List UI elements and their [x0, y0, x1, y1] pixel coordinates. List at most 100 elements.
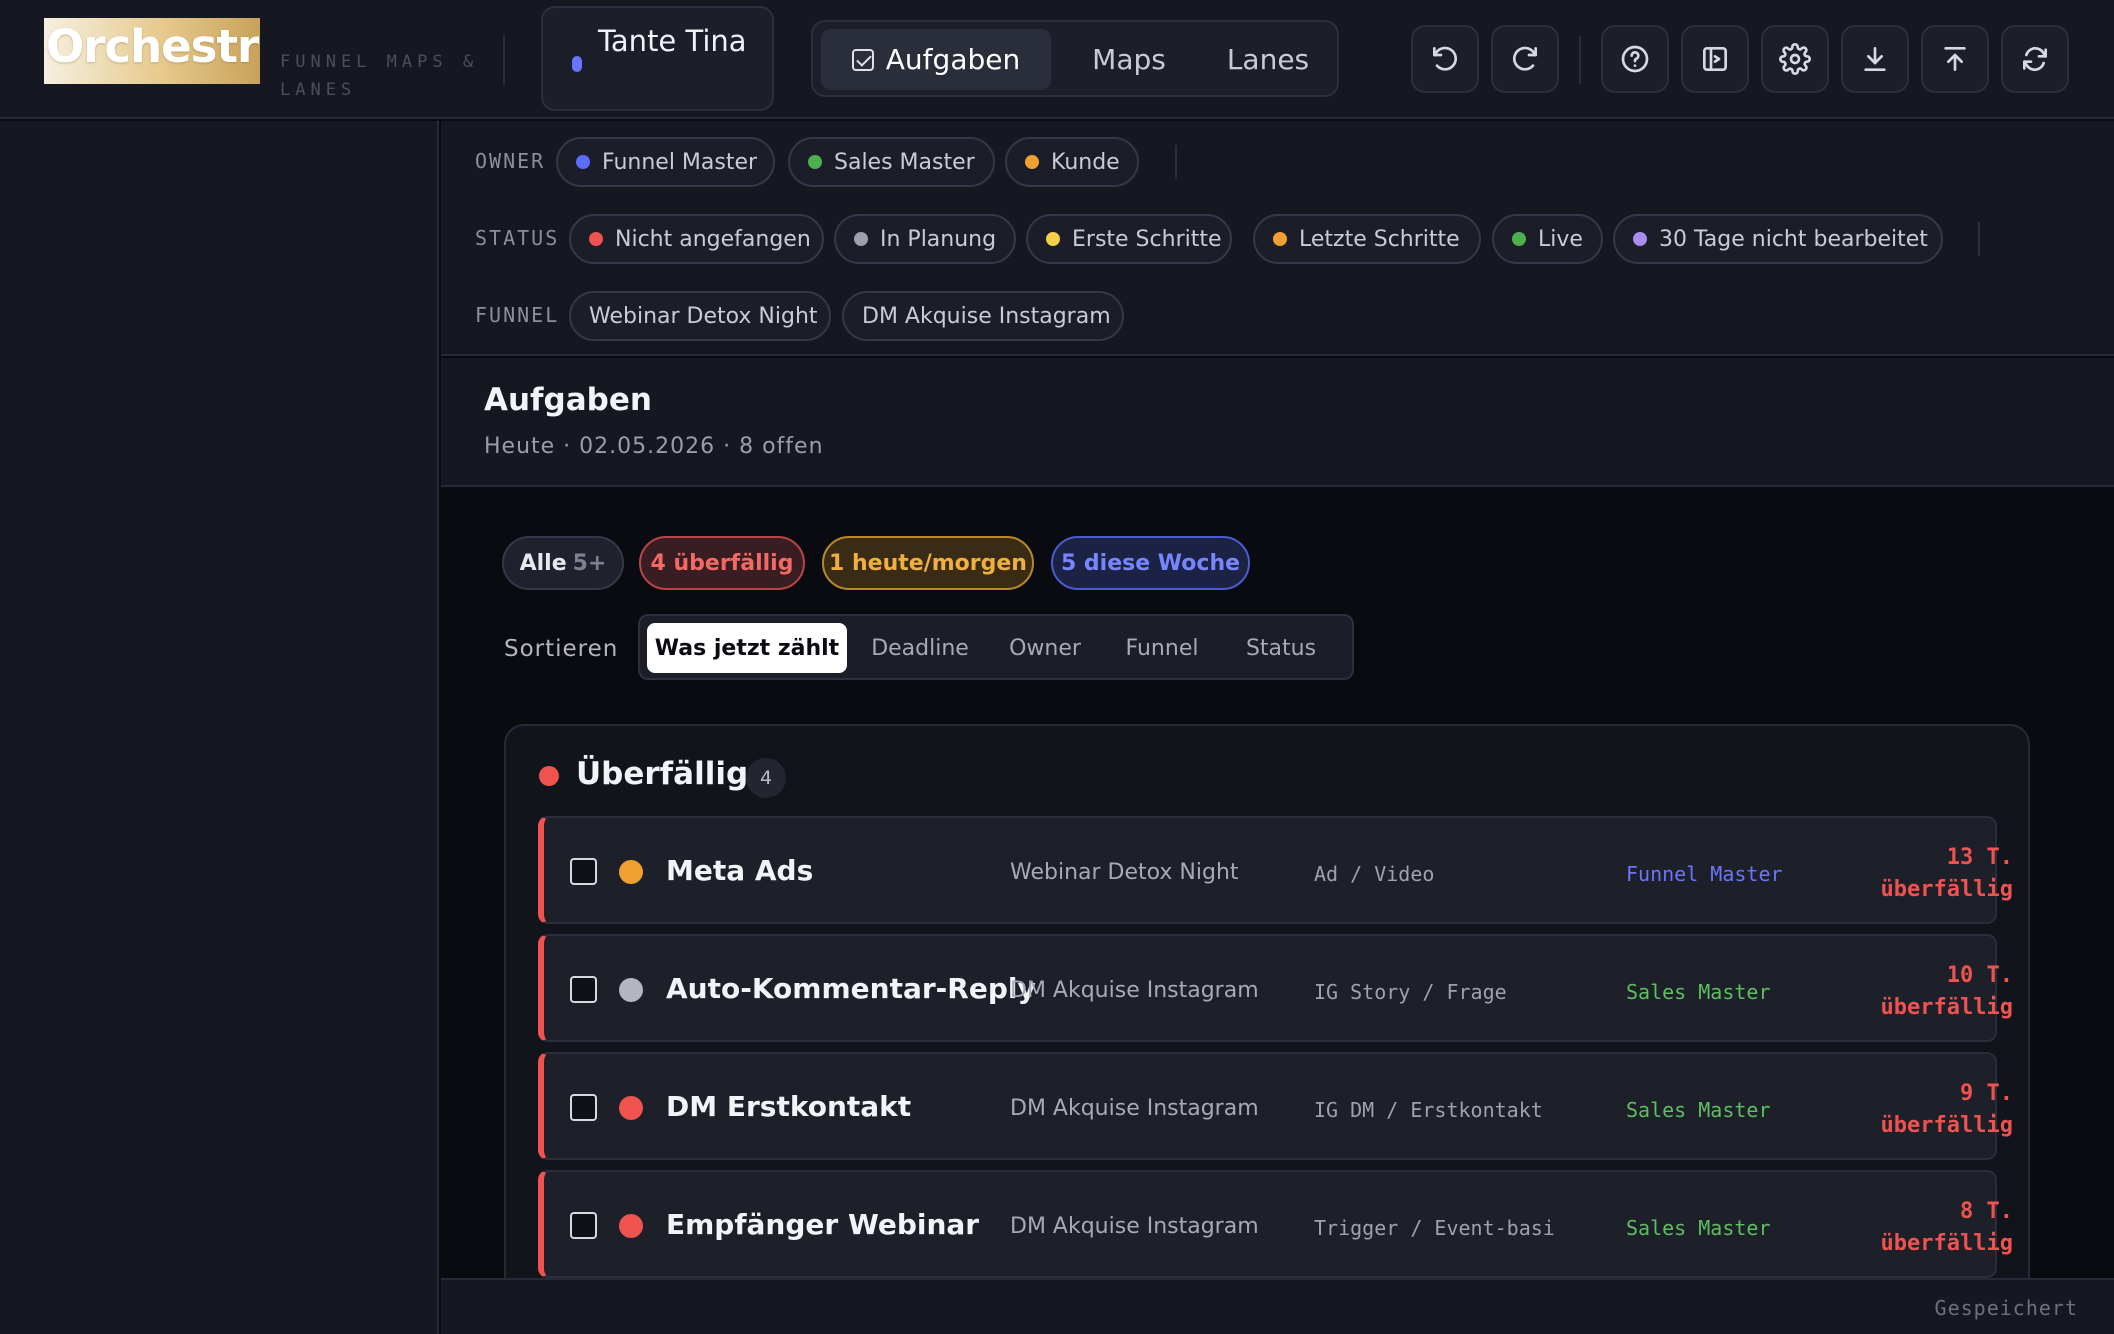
quick-filter-overdue[interactable]: 4 überfällig	[639, 536, 805, 590]
sort-owner[interactable]: Owner	[989, 623, 1101, 673]
chip-in-planung[interactable]: In Planung	[834, 214, 1016, 264]
task-title: Auto-Kommentar-Reply	[666, 972, 1036, 1005]
chip-label: Erste Schritte	[1072, 226, 1222, 252]
upload-button[interactable]	[1921, 25, 1989, 93]
sort-label: Sortieren	[504, 636, 619, 662]
task-row[interactable]: DM Erstkontakt DM Akquise Instagram IG D…	[538, 1052, 2013, 1160]
chip-30-tage[interactable]: 30 Tage nicht bearbeitet	[1613, 214, 1943, 264]
upload-icon	[1944, 47, 1966, 71]
chip-label: Live	[1538, 226, 1583, 252]
chip-label: Nicht angefangen	[615, 226, 811, 252]
task-status-dot	[619, 1096, 643, 1120]
redo-icon	[1512, 46, 1537, 71]
chip-webinar-detox-night[interactable]: Webinar Detox Night	[569, 291, 831, 341]
task-owner: Sales Master	[1626, 1216, 1771, 1240]
settings-button[interactable]	[1761, 25, 1829, 93]
workspace-name: Tante Tina	[598, 24, 747, 58]
overdue-group: Überfällig 4 Meta Ads Webinar Detox Nigh…	[504, 724, 2030, 1334]
chip-nicht-angefangen[interactable]: Nicht angefangen	[569, 214, 824, 264]
task-due-days: 9 T.	[1960, 1081, 2013, 1106]
status-bar: Gespeichert	[441, 1278, 2114, 1334]
download-button[interactable]	[1841, 25, 1909, 93]
panel-toggle-button[interactable]	[1681, 25, 1749, 93]
task-funnel: DM Akquise Instagram	[1010, 1214, 1259, 1239]
task-title: Empfänger Webinar	[666, 1208, 980, 1241]
task-row[interactable]: Auto-Kommentar-Reply DM Akquise Instagra…	[538, 934, 2013, 1042]
left-panel	[0, 121, 439, 1334]
quick-filter-today[interactable]: 1 heute/morgen	[822, 536, 1034, 590]
task-owner: Sales Master	[1626, 1098, 1771, 1122]
sort-option-label: Was jetzt zählt	[654, 635, 840, 661]
chip-label: Letzte Schritte	[1299, 226, 1460, 252]
task-type: Ad / Video	[1314, 862, 1435, 886]
download-icon	[1864, 47, 1886, 71]
app-logo[interactable]: Orchestra	[44, 18, 260, 84]
tasks-header: Aufgaben Heute · 02.05.2026 · 8 offen	[441, 358, 2114, 487]
sort-status[interactable]: Status	[1222, 623, 1340, 673]
chip-erste-schritte[interactable]: Erste Schritte	[1026, 214, 1232, 264]
sort-deadline[interactable]: Deadline	[855, 623, 985, 673]
sort-was-jetzt-zaehlt[interactable]: Was jetzt zählt	[647, 623, 847, 673]
status-filter-label: STATUS	[475, 226, 560, 250]
task-status-dot	[619, 1214, 643, 1238]
task-checkbox[interactable]	[570, 1094, 597, 1121]
task-type: IG Story / Frage	[1314, 980, 1507, 1004]
status-dot	[1273, 232, 1287, 246]
task-status-dot	[619, 860, 643, 884]
task-due: 9 T. überfällig	[1833, 1078, 2013, 1142]
status-dot	[589, 232, 603, 246]
chip-label: Sales Master	[834, 149, 975, 175]
quick-filter-label: 1 heute/morgen	[829, 550, 1027, 576]
chip-sales-master[interactable]: Sales Master	[788, 137, 995, 187]
chip-funnel-master[interactable]: Funnel Master	[556, 137, 775, 187]
funnel-filter-row: FUNNEL Webinar Detox Night DM Akquise In…	[441, 291, 2114, 341]
task-owner: Sales Master	[1626, 980, 1771, 1004]
redo-button[interactable]	[1491, 25, 1559, 93]
status-dot	[1046, 232, 1060, 246]
quick-filter-week[interactable]: 5 diese Woche	[1051, 536, 1250, 590]
task-checkbox[interactable]	[570, 858, 597, 885]
task-due-days: 13 T.	[1946, 845, 2013, 870]
task-row[interactable]: Meta Ads Webinar Detox Night Ad / Video …	[538, 816, 2013, 924]
undo-button[interactable]	[1411, 25, 1479, 93]
tab-label: Aufgaben	[885, 43, 1021, 76]
divider	[503, 36, 505, 84]
chip-label: 30 Tage nicht bearbeitet	[1659, 226, 1928, 252]
group-status-dot	[539, 766, 559, 786]
chip-letzte-schritte[interactable]: Letzte Schritte	[1253, 214, 1481, 264]
task-due-label: überfällig	[1880, 877, 2013, 902]
save-status: Gespeichert	[1934, 1296, 2078, 1320]
sort-option-label: Deadline	[871, 635, 969, 661]
quick-filter-label: 5 diese Woche	[1060, 550, 1241, 576]
owner-dot	[1025, 155, 1039, 169]
tab-label: Maps	[1092, 43, 1166, 76]
tab-lanes[interactable]: Lanes	[1199, 29, 1337, 90]
divider	[1579, 36, 1581, 84]
task-checkbox[interactable]	[570, 1212, 597, 1239]
sort-option-label: Owner	[1009, 635, 1081, 661]
task-row[interactable]: Empfänger Webinar DM Akquise Instagram T…	[538, 1170, 2013, 1278]
owner-filter-label: OWNER	[475, 149, 546, 173]
chip-live[interactable]: Live	[1492, 214, 1603, 264]
tab-maps[interactable]: Maps	[1059, 29, 1199, 90]
workspace-selector[interactable]: Tante Tina	[541, 6, 774, 111]
quick-filter-all[interactable]: Alle 5+	[502, 536, 624, 590]
chip-label: Webinar Detox Night	[589, 303, 818, 329]
logo-text: Orchestra	[46, 20, 260, 73]
chip-kunde[interactable]: Kunde	[1005, 137, 1139, 187]
chip-dm-akquise-instagram[interactable]: DM Akquise Instagram	[842, 291, 1124, 341]
sort-option-label: Status	[1245, 635, 1317, 661]
tab-aufgaben[interactable]: Aufgaben	[821, 29, 1051, 90]
tab-label: Lanes	[1226, 43, 1310, 76]
sort-funnel[interactable]: Funnel	[1106, 623, 1218, 673]
chip-label: In Planung	[880, 226, 997, 252]
filter-panel: OWNER Funnel Master Sales Master Kunde S…	[441, 121, 2114, 356]
task-due-label: überfällig	[1880, 995, 2013, 1020]
refresh-button[interactable]	[2001, 25, 2069, 93]
task-due: 8 T. überfällig	[1833, 1196, 2013, 1260]
app-tagline: FUNNEL MAPS & LANES	[280, 52, 479, 100]
task-funnel: DM Akquise Instagram	[1010, 978, 1259, 1003]
task-checkbox[interactable]	[570, 976, 597, 1003]
task-title: Meta Ads	[666, 854, 814, 887]
help-button[interactable]	[1601, 25, 1669, 93]
